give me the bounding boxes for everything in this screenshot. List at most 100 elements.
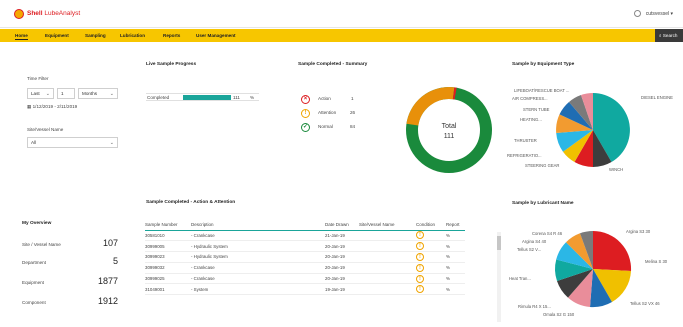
sample-description: - Hydraulic System [191, 240, 325, 253]
table-row[interactable]: 30999032 - Crankcase 20-Jan-19 ! % [145, 262, 465, 274]
progress-unit: % [250, 95, 255, 100]
table-scrollbar[interactable] [497, 232, 501, 322]
condition-cell: ! [416, 240, 446, 253]
pie-label: HEATING... [520, 117, 542, 122]
pie-label: Corena S4 R 46 [532, 231, 563, 236]
overview-row: Component 1912 [22, 294, 122, 314]
pie-label: AIR COMPRESS... [512, 96, 548, 101]
user-name: cutsvessel [645, 10, 670, 17]
user-menu[interactable]: cutsvessel ▾ [633, 10, 673, 17]
table-row[interactable]: 30999023 - Hydraulic System 20-Jan-19 ! … [145, 251, 465, 263]
chevron-down-icon: ⌄ [45, 91, 50, 97]
user-icon [633, 10, 641, 17]
overview-key: Site / Vessel Name [22, 242, 61, 247]
date-drawn: 19-Jan-19 [325, 283, 359, 296]
nav-home[interactable]: Home [15, 33, 28, 40]
legend-normal-value: 84 [350, 124, 356, 129]
exclamation-circle-icon: ! [301, 109, 310, 118]
date-drawn: 20-Jan-19 [325, 273, 359, 285]
column-header[interactable]: Condition [416, 220, 446, 231]
table-row[interactable]: 30999005 - Hydraulic System 20-Jan-19 ! … [145, 240, 465, 253]
progress-fill [183, 95, 231, 100]
top-bar: Shell LubeAnalyst cutsvessel ▾ [0, 0, 683, 28]
table-row[interactable]: 30999025 - Crankcase 20-Jan-19 ! % [145, 273, 465, 285]
report-link[interactable]: % [446, 240, 465, 253]
pie-label: Melina S 30 [645, 259, 668, 264]
pie-label: DIESEL ENGINE [641, 95, 673, 100]
count-input[interactable]: 1 [57, 88, 75, 99]
equipment-pie-chart: LIFEBOAT/RESCUE BOAT ... AIR COMPRESS...… [507, 88, 673, 172]
date-drawn: 20-Jan-19 [325, 240, 359, 253]
main-nav: Home Equipment Sampling Lubrication Repo… [0, 29, 683, 42]
attention-icon: ! [416, 242, 424, 251]
search-label: Search [662, 33, 678, 38]
column-header[interactable]: Report [446, 220, 465, 231]
report-link[interactable]: % [446, 262, 465, 274]
pie-label: LIFEBOAT/RESCUE BOAT ... [514, 88, 569, 93]
column-header[interactable]: Description [191, 220, 325, 231]
pie-label: Rimula R4 X 15... [518, 304, 551, 309]
unit-value: Months [82, 91, 98, 96]
pie-label: Tellus S2 V... [517, 247, 541, 252]
table-row[interactable]: 31049001 - System 19-Jan-19 ! % [145, 283, 465, 296]
site-name [359, 230, 416, 242]
nav-reports[interactable]: Reports [163, 33, 180, 38]
overview-value: 1877 [97, 276, 118, 286]
pie-label: STERN TUBE [523, 107, 550, 112]
condition-cell: ! [416, 230, 446, 242]
attention-icon: ! [416, 285, 424, 294]
nav-sampling[interactable]: Sampling [85, 33, 106, 38]
legend-action-value: 1 [351, 96, 354, 101]
site-select[interactable]: All ⌄ [27, 137, 118, 148]
overview-row: Department 5 [22, 254, 122, 274]
sample-number[interactable]: 30999005 [145, 240, 191, 253]
column-header[interactable]: Date Drawn [325, 220, 359, 231]
progress-bar: Completed 111 % [146, 93, 259, 101]
condition-cell: ! [416, 273, 446, 285]
nav-equipment[interactable]: Equipment [45, 33, 69, 38]
report-link[interactable]: % [446, 251, 465, 263]
nav-user-management[interactable]: User Management [196, 33, 236, 38]
search-button[interactable]: ⌕ Search [655, 29, 683, 42]
condition-cell: ! [416, 262, 446, 274]
sample-number[interactable]: 30999023 [145, 251, 191, 263]
site-name [359, 273, 416, 285]
attention-icon: ! [416, 231, 424, 240]
sample-number[interactable]: 31049001 [145, 283, 191, 296]
relative-select[interactable]: Last ⌄ [27, 88, 54, 99]
sample-number[interactable]: 30999032 [145, 262, 191, 274]
date-drawn: 21-Jan-19 [325, 230, 359, 242]
unit-select[interactable]: Months ⌄ [78, 88, 118, 99]
site-value: All [31, 140, 37, 145]
date-range-text: 1/12/2019 - 2/11/2019 [32, 104, 78, 109]
sample-description: - Hydraulic System [191, 251, 325, 263]
samples-table: Sample Number Description Date Drawn Sit… [145, 220, 465, 296]
site-name [359, 251, 416, 263]
donut-value: 111 [444, 133, 455, 140]
pie-label: REFRIGERATIO... [507, 153, 542, 158]
equipment-pie-title: Sample by Equipment Type [512, 62, 575, 67]
scrollbar-thumb[interactable] [497, 236, 501, 250]
table-row[interactable]: 30581010 - Crankcase 21-Jan-19 ! % [145, 230, 465, 242]
table-title: Sample Completed - Action & Attention [146, 200, 236, 205]
pie-label: WINCH [609, 167, 623, 172]
report-link[interactable]: % [446, 283, 465, 296]
attention-icon: ! [416, 263, 424, 272]
check-circle-icon: ✓ [301, 123, 310, 132]
site-name [359, 283, 416, 296]
relative-value: Last [31, 91, 40, 96]
column-header[interactable]: Site/Vessel Name [359, 220, 416, 231]
sample-number[interactable]: 30581010 [145, 230, 191, 242]
attention-icon: ! [416, 274, 424, 283]
date-range: ▦ 1/12/2019 - 2/11/2019 [27, 104, 77, 110]
count-value: 1 [61, 91, 64, 96]
column-header[interactable]: Sample Number [145, 220, 191, 231]
overview-title: My Overview [22, 221, 52, 226]
nav-lubrication[interactable]: Lubrication [120, 33, 145, 38]
report-link[interactable]: % [446, 273, 465, 285]
sample-number[interactable]: 30999025 [145, 273, 191, 285]
summary-donut-chart: Total 111 [406, 87, 492, 173]
pie-label: Argina S3 30 [626, 229, 651, 234]
report-link[interactable]: % [446, 230, 465, 242]
site-name [359, 262, 416, 274]
